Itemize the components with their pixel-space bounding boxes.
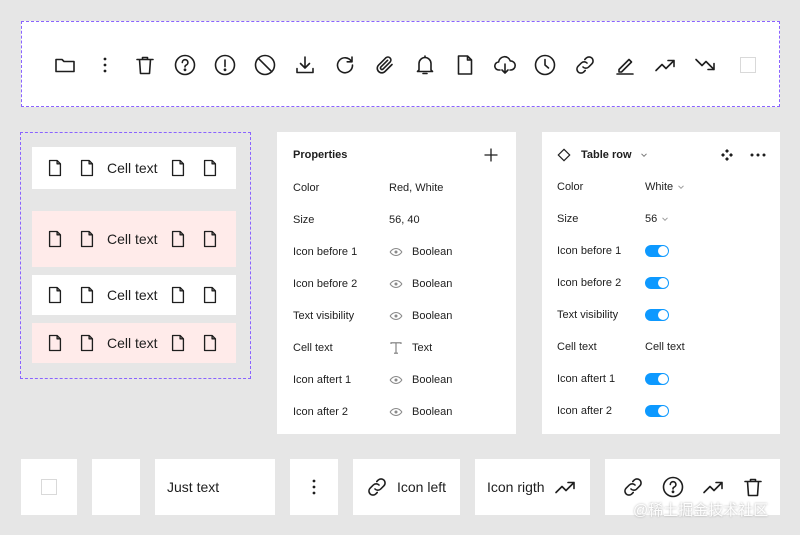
more-vertical-icon[interactable] — [302, 475, 326, 499]
panel-title: Properties — [293, 149, 348, 161]
cell-text: Cell text — [107, 160, 158, 176]
file-icon — [48, 230, 62, 248]
cloud-download-icon[interactable] — [493, 53, 517, 77]
instance-prop-toggle: Icon before 2 — [557, 275, 765, 291]
table-row[interactable]: Cell text — [32, 147, 236, 189]
link-icon[interactable] — [621, 475, 645, 499]
link-icon — [368, 478, 386, 496]
file-icon — [203, 159, 216, 177]
folder-icon[interactable] — [53, 53, 77, 77]
property-row[interactable]: Color Red, White — [293, 180, 500, 196]
instance-title[interactable]: Table row — [581, 149, 632, 161]
alert-circle-icon[interactable] — [213, 53, 237, 77]
more-horizontal-icon[interactable] — [749, 148, 767, 162]
cell-empty — [92, 459, 140, 515]
chevron-down-icon — [662, 217, 669, 222]
file-icon — [80, 334, 94, 352]
cell-text: Cell text — [107, 231, 158, 247]
property-row[interactable]: Icon before 2 Boolean — [293, 276, 500, 292]
table-row[interactable]: Cell text — [32, 275, 236, 315]
instance-panel: Table row Color White Size 56 Icon befor… — [542, 132, 780, 434]
file-icon — [203, 230, 216, 248]
more-vertical-icon[interactable] — [93, 53, 117, 77]
trash-icon[interactable] — [741, 475, 765, 499]
text-type-icon — [390, 342, 402, 354]
file-icon[interactable] — [453, 53, 477, 77]
table-row-danger[interactable]: Cell text — [32, 211, 236, 267]
property-row[interactable]: Icon before 1 Boolean — [293, 244, 500, 260]
instance-prop-toggle: Icon aftert 1 — [557, 371, 765, 387]
go-to-main-component-icon[interactable] — [720, 148, 734, 162]
cell-icon-left[interactable]: Icon left — [353, 459, 460, 515]
instance-prop-size[interactable]: Size 56 — [557, 211, 765, 227]
cell-just-text: Just text — [155, 459, 275, 515]
toggle-switch[interactable] — [645, 405, 669, 417]
file-icon — [48, 159, 62, 177]
file-icon — [171, 334, 184, 352]
property-row[interactable]: Icon after 2 Boolean — [293, 404, 500, 420]
cell-checkbox — [21, 459, 77, 515]
file-icon — [48, 334, 62, 352]
toggle-switch[interactable] — [645, 309, 669, 321]
file-icon — [80, 286, 94, 304]
eye-icon — [389, 247, 403, 257]
chevron-down-icon — [678, 185, 684, 190]
file-icon — [80, 159, 94, 177]
download-icon[interactable] — [293, 53, 317, 77]
cell-more — [290, 459, 338, 515]
toggle-switch[interactable] — [645, 373, 669, 385]
checkbox[interactable] — [41, 479, 57, 495]
eye-icon — [389, 279, 403, 289]
cell-text: Cell text — [107, 335, 158, 351]
file-icon — [80, 230, 94, 248]
help-circle-icon[interactable] — [173, 53, 197, 77]
instance-prop-toggle: Icon before 1 — [557, 243, 765, 259]
eye-icon — [389, 407, 403, 417]
trash-icon[interactable] — [133, 53, 157, 77]
eye-icon — [389, 311, 403, 321]
help-circle-icon[interactable] — [661, 475, 685, 499]
file-icon — [48, 286, 62, 304]
property-row[interactable]: Cell text Text — [293, 340, 500, 356]
ban-icon[interactable] — [253, 53, 277, 77]
add-property-icon[interactable] — [484, 148, 498, 162]
table-row-danger[interactable]: Cell text — [32, 323, 236, 363]
trending-down-icon[interactable] — [693, 53, 717, 77]
trending-up-icon[interactable] — [701, 475, 725, 499]
toggle-switch[interactable] — [645, 277, 669, 289]
icon-toolbar — [21, 21, 780, 107]
link-icon[interactable] — [573, 53, 597, 77]
file-icon — [171, 230, 184, 248]
cell-text: Cell text — [107, 287, 158, 303]
component-properties-panel: Properties Color Red, White Size 56, 40 … — [277, 132, 516, 434]
property-row[interactable]: Text visibility Boolean — [293, 308, 500, 324]
property-row[interactable]: Icon aftert 1 Boolean — [293, 372, 500, 388]
file-icon — [203, 334, 216, 352]
instance-prop-color[interactable]: Color White — [557, 179, 765, 195]
file-icon — [171, 286, 184, 304]
instance-prop-toggle: Text visibility — [557, 307, 765, 323]
instance-prop-text[interactable]: Cell text Cell text — [557, 339, 765, 355]
instance-prop-toggle: Icon after 2 — [557, 403, 765, 419]
refresh-icon[interactable] — [333, 53, 357, 77]
watermark: @稀土掘金技术社区 — [633, 502, 769, 519]
bell-icon[interactable] — [413, 53, 437, 77]
eye-icon — [389, 375, 403, 385]
trending-up-icon[interactable] — [653, 53, 677, 77]
chevron-down-icon[interactable] — [640, 151, 648, 159]
clock-icon[interactable] — [533, 53, 557, 77]
pen-icon[interactable] — [613, 53, 637, 77]
table-row-variants: Cell text Cell text Cell text Cell text — [20, 132, 251, 379]
component-instance-icon — [557, 148, 571, 162]
trending-up-icon — [554, 481, 575, 494]
empty-checkbox[interactable] — [740, 57, 756, 73]
file-icon — [171, 159, 184, 177]
file-icon — [203, 286, 216, 304]
toggle-switch[interactable] — [645, 245, 669, 257]
property-row[interactable]: Size 56, 40 — [293, 212, 500, 228]
cell-icon-right[interactable]: Icon rigth — [475, 459, 590, 515]
paperclip-icon[interactable] — [373, 53, 397, 77]
